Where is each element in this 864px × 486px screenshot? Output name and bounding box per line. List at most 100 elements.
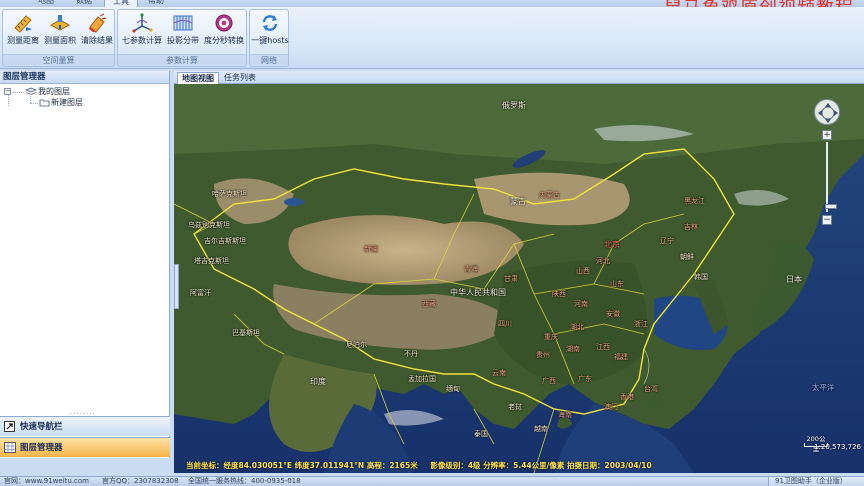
ruler-icon (14, 15, 32, 33)
map-document-tabs: 地图视图 任务列表 (174, 71, 864, 84)
map-label-ocean: 太平洋 (812, 383, 835, 392)
map-label: 安徽 (606, 310, 620, 318)
map-label: 印度 (310, 377, 326, 386)
map-label: 福建 (614, 353, 628, 361)
satellite-map-view[interactable]: 俄罗斯 哈萨克斯坦 蒙古 内蒙古 黑龙江 吉林 辽宁 北京 新疆 中华人民共和国… (174, 84, 864, 473)
map-label: 河北 (596, 257, 610, 265)
map-label: 甘肃 (504, 275, 518, 283)
folder-icon (39, 99, 50, 107)
map-label: 辽宁 (660, 237, 674, 245)
map-label: 浙江 (634, 320, 648, 328)
tree-collapse-toggle[interactable]: − (4, 88, 11, 95)
map-label: 西藏 (422, 300, 436, 308)
map-label: 哈萨克斯坦 (212, 190, 247, 198)
map-label: 云南 (492, 369, 506, 377)
tree-node-my-layers[interactable]: − 我的图层 (0, 86, 169, 97)
map-label: 吉林 (684, 223, 698, 231)
group-label-network: 网络 (250, 54, 288, 65)
tab-map-view[interactable]: 地图视图 (177, 72, 219, 84)
target-icon (215, 14, 233, 32)
measure-area-button[interactable]: 测量面积 (42, 12, 78, 54)
map-label: 四川 (498, 320, 512, 328)
measure-distance-button[interactable]: 测量距离 (5, 12, 41, 54)
map-label: 台湾 (644, 385, 658, 393)
satellite-terrain (174, 84, 864, 473)
map-label: 乌兹别克斯坦 (188, 221, 230, 229)
map-label: 山西 (576, 267, 590, 275)
map-label: 朝鲜 (680, 253, 694, 261)
zoom-in-button[interactable]: + (822, 130, 832, 140)
map-label: 尼泊尔 (346, 341, 367, 349)
refresh-icon (262, 15, 278, 31)
map-label: 缅甸 (446, 385, 460, 393)
product-edition: 91卫图助手（企业版） (768, 477, 864, 486)
layer-manager-panel: 图层管理器 − 我的图层 新建图层 ········ 快速导航栏 图层管理器 (0, 71, 170, 458)
map-label: 蒙古 (510, 197, 526, 206)
map-label: 陕西 (552, 290, 566, 298)
coordinate-readout: 当前坐标：经度84.030051°E 纬度37.011941°N 高程：2165… (186, 461, 418, 470)
map-label: 塔吉克斯坦 (194, 257, 229, 265)
map-label: 湖北 (570, 323, 584, 331)
map-label: 孟加拉国 (408, 375, 436, 383)
zoom-track[interactable] (825, 142, 837, 212)
map-coordinate-status: 当前坐标：经度84.030051°E 纬度37.011941°N 高程：2165… (174, 459, 864, 473)
tab-data[interactable]: 数据 (68, 0, 100, 7)
eraser-icon (89, 13, 107, 33)
map-label: 俄罗斯 (502, 101, 526, 110)
map-label: 黑龙江 (684, 197, 705, 205)
map-label: 老挝 (508, 403, 522, 411)
clear-results-button[interactable]: 清除结果 (79, 12, 115, 54)
map-label: 湖南 (566, 345, 580, 353)
accordion-quick-nav[interactable]: 快速导航栏 (0, 416, 170, 436)
projection-zone-button[interactable]: 投影分带 (165, 12, 201, 54)
map-label: 韩国 (694, 273, 708, 281)
app-status-bar: 官网：www.91weitu.com 官方QQ：2307832308 全国统一服… (0, 476, 864, 486)
compass-arrows-icon (818, 103, 838, 123)
tab-map[interactable]: 地图 (30, 0, 62, 7)
status-qq: 官方QQ：2307832308 (102, 477, 179, 485)
map-label-capital: 北京 (604, 240, 620, 249)
status-website[interactable]: 官网：www.91weitu.com (4, 477, 89, 486)
area-icon (49, 15, 71, 31)
tab-help[interactable]: 帮助 (140, 0, 172, 7)
map-label: 山东 (610, 280, 624, 288)
dms-convert-button[interactable]: 度分秒转换 (202, 12, 246, 54)
axes-icon (132, 13, 153, 33)
projection-zones-icon (173, 15, 193, 31)
map-label: 泰国 (474, 430, 488, 438)
one-click-hosts-button[interactable]: 一键hosts (251, 12, 289, 54)
panel-title: 图层管理器 (0, 71, 169, 84)
map-label: 河南 (574, 300, 588, 308)
group-label-spatial: 空间量算 (3, 54, 114, 65)
accordion-layer-manager[interactable]: 图层管理器 (0, 437, 170, 457)
scale-ratio: 1:20,573,726 (814, 443, 861, 451)
panel-collapse-handle[interactable] (174, 264, 179, 309)
group-label-params: 参数计算 (118, 54, 246, 65)
tree-node-new-layer[interactable]: 新建图层 (0, 94, 169, 108)
map-label: 香港 (620, 393, 634, 401)
zoom-thumb[interactable] (825, 204, 837, 209)
group-parameter-calc: 七参数计算 投影分带 度分秒转换 参数计算 (117, 9, 247, 67)
imagery-info: 影像级别：4级 分辨率：5.44公里/像素 拍摄日期：2003/04/10 (430, 461, 652, 470)
map-label: 广东 (578, 375, 592, 383)
map-label: 吉尔吉斯斯坦 (204, 237, 246, 245)
group-network: 一键hosts 网络 (249, 9, 289, 67)
tree-node-label: 新建图层 (51, 98, 83, 107)
seven-parameter-button[interactable]: 七参数计算 (120, 12, 164, 54)
map-label: 江西 (596, 343, 610, 351)
pan-navigation-control[interactable] (814, 99, 840, 125)
tab-task-list[interactable]: 任务列表 (220, 72, 260, 84)
layer-tree: − 我的图层 新建图层 (0, 84, 169, 108)
ribbon-toolbar: 测量距离 测量面积 清除结果 空间量算 七参数计算 投影分带 度分秒转换 参数计… (0, 7, 864, 69)
zoom-out-button[interactable]: − (822, 215, 832, 225)
map-label: 中华人民共和国 (450, 288, 506, 297)
map-label: 重庆 (544, 333, 558, 341)
map-label: 贵州 (536, 351, 550, 359)
map-label: 新疆 (364, 245, 378, 253)
map-label: 巴基斯坦 (232, 329, 260, 337)
status-hotline: 全国统一服务热线：400-0935-018 (188, 477, 301, 485)
map-label: 内蒙古 (539, 191, 560, 199)
map-label: 阿富汗 (190, 289, 211, 297)
zoom-slider[interactable]: + − (822, 130, 837, 226)
tab-tools[interactable]: 工具 (104, 0, 138, 7)
